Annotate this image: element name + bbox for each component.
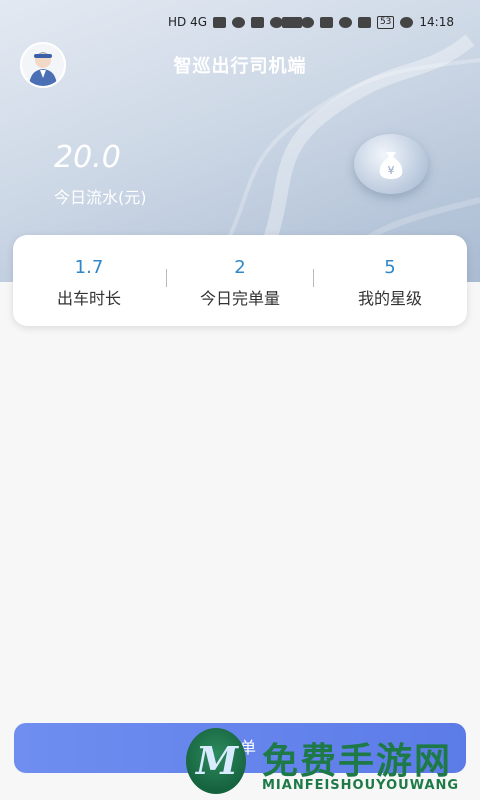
stats-card: 1.7 出车时长 2 今日完单量 5 我的星级 xyxy=(13,235,467,326)
status-bar: HD 4G 53 14:18 xyxy=(0,0,480,44)
stat-divider xyxy=(313,269,314,287)
stat-rating[interactable]: 5 我的星级 xyxy=(315,235,465,326)
wifi-icon xyxy=(232,16,246,28)
leaf-icon xyxy=(400,16,414,28)
watermark-logo-letter: M xyxy=(196,738,239,783)
watermark-title: 免费手游网 xyxy=(262,741,453,782)
svg-text:¥: ¥ xyxy=(388,164,395,177)
stat-rating-value: 5 xyxy=(384,257,396,278)
stat-rating-label: 我的星级 xyxy=(357,289,422,308)
alarm-icon xyxy=(300,16,314,28)
battery-icon: 53 xyxy=(376,15,395,29)
stat-duration-value: 1.7 xyxy=(74,257,104,278)
page-title: 智巡出行司机端 xyxy=(173,56,307,77)
watermark: M 免费手游网 MIANFEISHOUYOUWANG xyxy=(186,728,478,800)
app-notification-icon xyxy=(251,16,265,28)
stat-orders-label: 今日完单量 xyxy=(199,289,280,308)
money-bag-icon: ¥ xyxy=(379,152,403,179)
status-right: 53 14:18 xyxy=(281,15,454,29)
watermark-subtitle: MIANFEISHOUYOUWANG xyxy=(262,778,460,793)
signal-icon xyxy=(213,16,227,28)
mute-icon xyxy=(357,16,371,28)
clock: 14:18 xyxy=(419,15,454,29)
location-icon xyxy=(338,16,352,28)
watermark-logo-icon: M xyxy=(186,728,246,794)
stat-orders[interactable]: 2 今日完单量 xyxy=(165,235,315,326)
nfc-icon xyxy=(281,16,295,28)
stat-duration[interactable]: 1.7 出车时长 xyxy=(13,235,165,326)
network-label: HD 4G xyxy=(168,15,208,29)
bluetooth-icon xyxy=(319,16,333,28)
wallet-button[interactable]: ¥ xyxy=(354,134,428,194)
revenue-label: 今日流水(元) xyxy=(54,188,147,207)
stat-duration-label: 出车时长 xyxy=(56,289,121,308)
revenue-value: 20.0 xyxy=(54,140,121,175)
stat-orders-value: 2 xyxy=(234,257,246,278)
